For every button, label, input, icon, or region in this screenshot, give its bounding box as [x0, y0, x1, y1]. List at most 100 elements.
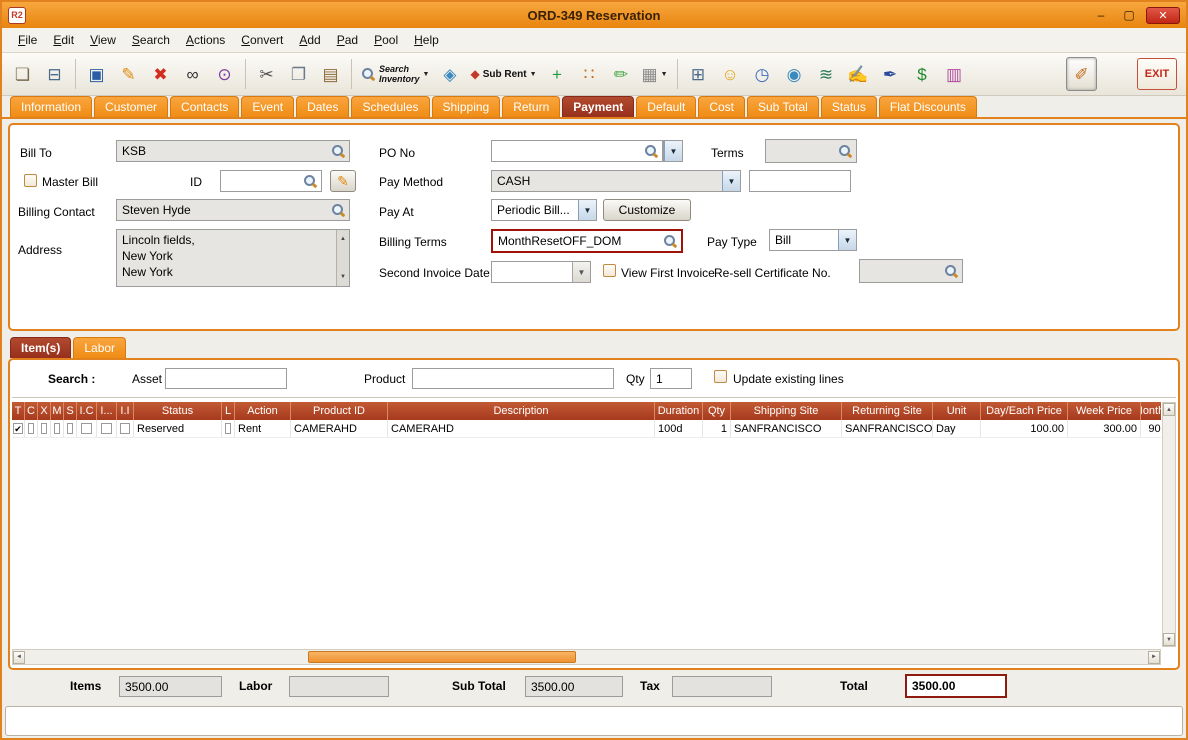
scroll-down-icon[interactable]: ▼ [1163, 633, 1175, 646]
row-checkbox[interactable] [101, 423, 112, 434]
wand-button[interactable]: ✐ [1066, 57, 1097, 91]
pay-at-select[interactable]: Periodic Bill... ▼ [491, 199, 597, 221]
print-list-button[interactable]: ⊞ [683, 57, 714, 91]
column-header-unit[interactable]: Unit [933, 402, 981, 420]
pad-grid-button[interactable]: ▦ ▼ [638, 57, 672, 91]
key-pen-button[interactable]: ✒ [875, 57, 906, 91]
find-button[interactable]: ∞ [177, 57, 208, 91]
column-header-status[interactable]: Status [134, 402, 222, 420]
minimize-button[interactable]: – [1090, 7, 1112, 24]
copy-button[interactable]: ❐ [283, 57, 314, 91]
chevron-down-icon[interactable]: ▼ [722, 171, 740, 191]
id-field[interactable] [220, 170, 322, 192]
tab-shipping[interactable]: Shipping [431, 96, 501, 117]
cell[interactable]: CAMERAHD [291, 420, 388, 437]
row-checkbox[interactable]: ✔ [13, 423, 23, 434]
scroll-up-icon[interactable]: ▲ [340, 231, 346, 247]
terms-field[interactable] [765, 139, 857, 163]
column-header-t[interactable]: T [12, 402, 25, 420]
second-invoice-date-field[interactable]: ▼ [491, 261, 591, 283]
scroll-track[interactable] [28, 651, 1145, 663]
search-icon[interactable] [944, 264, 959, 279]
view-first-invoice-checkbox[interactable] [603, 264, 616, 277]
row-checkbox[interactable] [81, 423, 92, 434]
customize-button[interactable]: Customize [603, 199, 691, 221]
menu-add[interactable]: Add [291, 29, 328, 51]
column-header-duration[interactable]: Duration [655, 402, 703, 420]
cell[interactable]: CAMERAHD [388, 420, 655, 437]
search-icon[interactable] [331, 203, 346, 218]
groups-button[interactable]: ∷ [574, 57, 605, 91]
search-icon[interactable] [838, 144, 853, 159]
column-header-m[interactable]: M [51, 402, 64, 420]
master-bill-checkbox[interactable] [24, 174, 37, 187]
pay-method-extra-field[interactable] [749, 170, 851, 192]
asset-input[interactable] [165, 368, 287, 389]
add-button[interactable]: + [542, 57, 573, 91]
find-item-button[interactable]: ⊙ [209, 57, 240, 91]
vertical-scrollbar[interactable]: ▲ ▼ [1162, 402, 1176, 647]
address-scrollbar[interactable]: ▲ ▼ [336, 230, 349, 286]
column-header-day-each-price[interactable]: Day/Each Price [981, 402, 1068, 420]
print-button[interactable]: ⊟ [39, 57, 70, 91]
menu-search[interactable]: Search [124, 29, 178, 51]
column-header-s[interactable]: S [64, 402, 77, 420]
cell[interactable]: Rent [235, 420, 291, 437]
maximize-button[interactable]: ▢ [1118, 7, 1140, 24]
menu-pool[interactable]: Pool [366, 29, 406, 51]
column-header-i-i[interactable]: I.I [117, 402, 134, 420]
tab-information[interactable]: Information [10, 96, 93, 117]
chevron-down-icon[interactable]: ▼ [838, 230, 856, 250]
edit-button[interactable]: ✎ [113, 57, 144, 91]
update-existing-lines-checkbox[interactable] [714, 370, 727, 383]
item-tab-labor[interactable]: Labor [73, 337, 127, 358]
new-button[interactable]: ❏ [7, 57, 38, 91]
smiley-button[interactable]: ☺ [715, 57, 746, 91]
chart-button[interactable]: ▥ [939, 57, 970, 91]
menu-convert[interactable]: Convert [233, 29, 291, 51]
tab-sub-total[interactable]: Sub Total [747, 96, 819, 117]
books-button[interactable]: ≋ [811, 57, 842, 91]
search-inventory-button[interactable]: Search Inventory ▼ [357, 57, 433, 91]
cell[interactable]: SANFRANCISCO [731, 420, 842, 437]
tab-cost[interactable]: Cost [698, 96, 745, 117]
column-header-shipping-site[interactable]: Shipping Site [731, 402, 842, 420]
row-checkbox[interactable] [225, 423, 231, 434]
tab-contacts[interactable]: Contacts [170, 96, 240, 117]
write-note-button[interactable]: ✍ [843, 57, 874, 91]
menu-pad[interactable]: Pad [329, 29, 366, 51]
search-icon[interactable] [644, 144, 659, 159]
po-no-dropdown[interactable]: ▼ [663, 140, 683, 162]
row-checkbox[interactable] [67, 423, 73, 434]
exit-button[interactable]: EXIT [1137, 58, 1177, 90]
product-input[interactable] [412, 368, 614, 389]
qty-input[interactable]: 1 [650, 368, 692, 389]
save-button[interactable]: ▣ [81, 57, 112, 91]
column-header-product-id[interactable]: Product ID [291, 402, 388, 420]
cell[interactable]: Reserved [134, 420, 222, 437]
item-tab-item-s[interactable]: Item(s) [10, 337, 72, 358]
close-button[interactable]: ✕ [1146, 6, 1180, 24]
search-icon[interactable] [663, 234, 678, 249]
row-checkbox[interactable] [120, 423, 130, 434]
scroll-right-icon[interactable]: ► [1148, 650, 1160, 664]
cell[interactable]: 300.00 [1068, 420, 1141, 437]
note-button[interactable]: ✏ [606, 57, 637, 91]
column-header-qty[interactable]: Qty [703, 402, 731, 420]
chevron-down-icon[interactable]: ▼ [664, 141, 682, 161]
column-header-action[interactable]: Action [235, 402, 291, 420]
money-button[interactable]: $ [907, 57, 938, 91]
chevron-down-icon[interactable]: ▼ [578, 200, 596, 220]
billing-terms-field[interactable]: MonthResetOFF_DOM [491, 229, 683, 253]
cell[interactable]: 900.00 [1141, 420, 1161, 437]
billing-contact-field[interactable]: Steven Hyde [116, 199, 350, 221]
horizontal-scrollbar[interactable]: ◄ ► [12, 649, 1161, 665]
cell[interactable]: 100.00 [981, 420, 1068, 437]
column-header-c[interactable]: C [25, 402, 38, 420]
delete-button[interactable]: ✖ [145, 57, 176, 91]
row-checkbox[interactable] [54, 423, 60, 434]
pay-type-select[interactable]: Bill ▼ [769, 229, 857, 251]
bill-to-field[interactable]: KSB [116, 140, 350, 162]
scroll-down-icon[interactable]: ▼ [340, 269, 346, 285]
disc-button[interactable]: ◉ [779, 57, 810, 91]
